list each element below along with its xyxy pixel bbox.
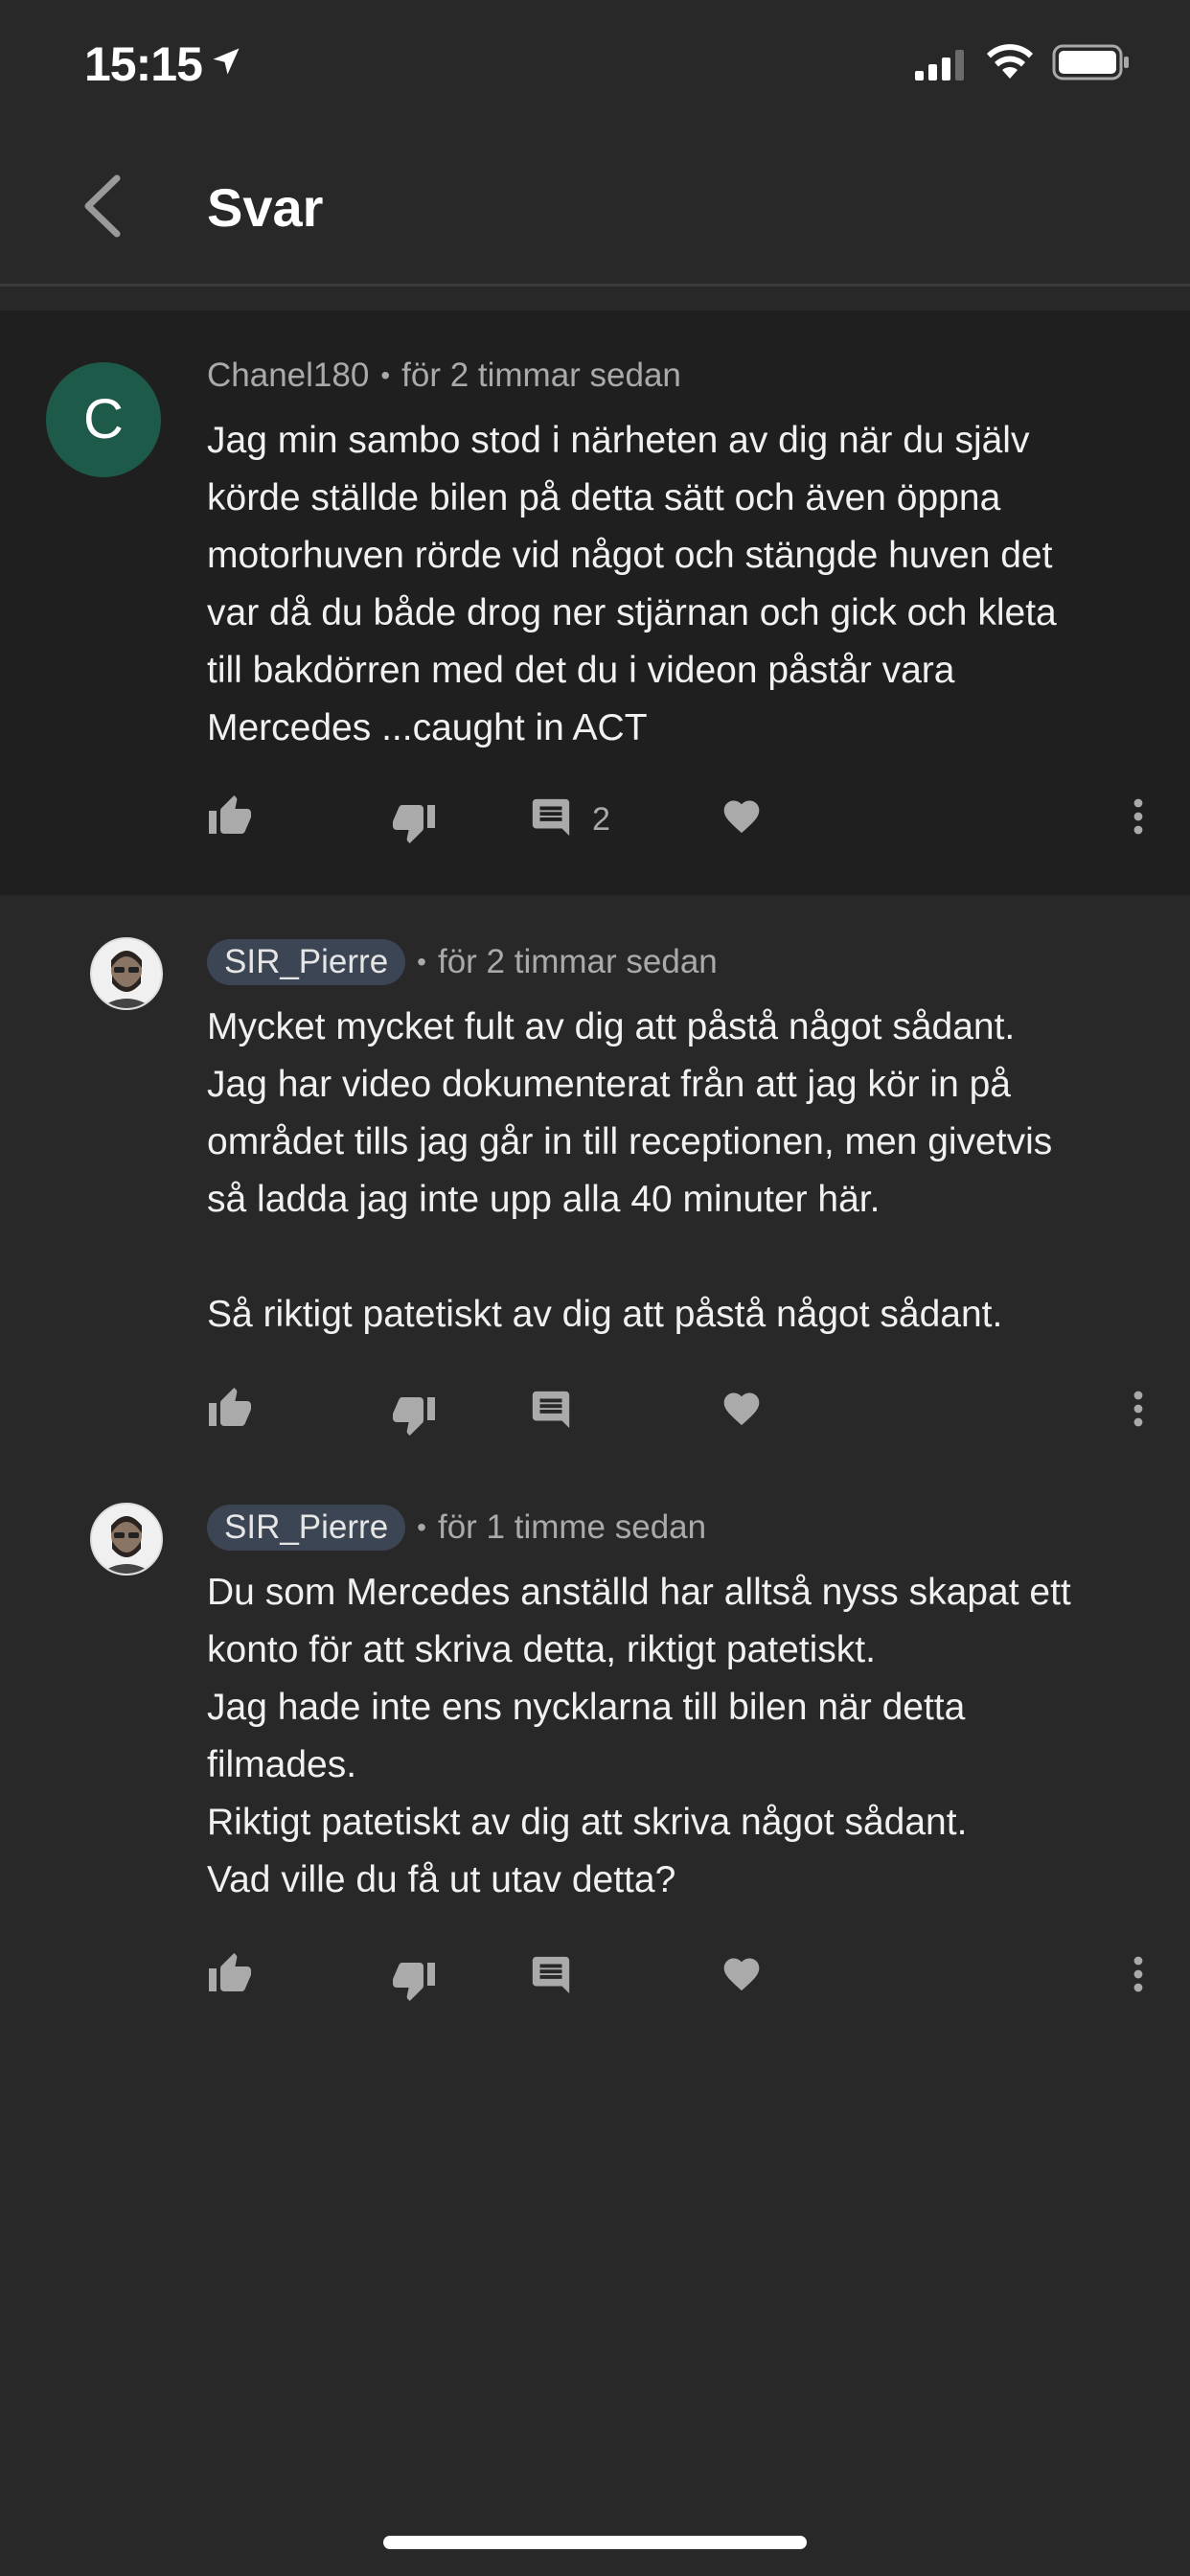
location-arrow-icon bbox=[213, 48, 240, 75]
page-title: Svar bbox=[207, 177, 324, 238]
thumbs-down-icon[interactable] bbox=[391, 1392, 437, 1438]
comment-actions bbox=[0, 1951, 1190, 2028]
heart-icon[interactable] bbox=[721, 1953, 763, 1995]
avatar[interactable] bbox=[90, 1503, 163, 1576]
reply-count: 2 bbox=[592, 801, 610, 838]
header-divider bbox=[0, 284, 1190, 287]
user-photo-icon bbox=[92, 939, 161, 1008]
comment-timestamp: för 2 timmar sedan bbox=[401, 356, 681, 394]
thumbs-up-icon[interactable] bbox=[207, 794, 253, 840]
comment-meta: Chanel180 • för 2 timmar sedan bbox=[207, 356, 681, 395]
comment-username[interactable]: Chanel180 bbox=[207, 356, 369, 395]
wifi-icon bbox=[987, 44, 1033, 79]
thumbs-up-icon[interactable] bbox=[207, 1951, 253, 1997]
reply-icon[interactable] bbox=[529, 1953, 573, 1997]
comment-text: Du som Mercedes anställd har alltså nyss… bbox=[207, 1572, 1071, 1900]
status-time: 15:15 bbox=[84, 37, 203, 91]
comment-meta: SIR_Pierre • för 2 timmar sedan bbox=[207, 939, 718, 985]
comment-timestamp: för 2 timmar sedan bbox=[437, 943, 718, 980]
header: Svar bbox=[0, 144, 1190, 288]
comment-timestamp: för 1 timme sedan bbox=[437, 1508, 707, 1546]
more-options-icon[interactable] bbox=[1121, 1386, 1156, 1432]
heart-icon[interactable] bbox=[721, 1388, 763, 1430]
comment-meta: SIR_Pierre • för 1 timme sedan bbox=[207, 1505, 706, 1551]
thumbs-down-icon[interactable] bbox=[391, 799, 437, 845]
comment-text: Jag min sambo stod i närheten av dig när… bbox=[207, 420, 1057, 748]
comment-text: Mycket mycket fult av dig att påstå någo… bbox=[207, 1006, 1053, 1335]
back-arrow-icon[interactable] bbox=[79, 172, 126, 240]
comment-actions bbox=[0, 1386, 1190, 1462]
battery-icon bbox=[1052, 44, 1129, 80]
avatar[interactable] bbox=[90, 937, 163, 1010]
more-options-icon[interactable] bbox=[1121, 1951, 1156, 1997]
thumbs-up-icon[interactable] bbox=[207, 1386, 253, 1432]
comment-username[interactable]: SIR_Pierre bbox=[207, 939, 406, 985]
reply-icon[interactable] bbox=[529, 795, 573, 840]
avatar[interactable]: C bbox=[46, 362, 161, 477]
cellular-signal-icon bbox=[915, 50, 964, 80]
meta-separator: • bbox=[417, 1512, 426, 1542]
more-options-icon[interactable] bbox=[1121, 794, 1156, 840]
heart-icon[interactable] bbox=[721, 795, 763, 838]
status-bar: 15:15 bbox=[0, 0, 1190, 125]
user-photo-icon bbox=[92, 1505, 161, 1574]
home-indicator[interactable] bbox=[383, 2536, 807, 2549]
parent-comment: C Chanel180 • för 2 timmar sedan Jag min… bbox=[0, 310, 1190, 895]
meta-separator: • bbox=[380, 360, 391, 390]
meta-separator: • bbox=[417, 947, 426, 977]
reply-icon[interactable] bbox=[529, 1388, 573, 1432]
comment-actions: 2 bbox=[0, 794, 1190, 870]
thumbs-down-icon[interactable] bbox=[391, 1957, 437, 2003]
comment-username[interactable]: SIR_Pierre bbox=[207, 1505, 406, 1551]
